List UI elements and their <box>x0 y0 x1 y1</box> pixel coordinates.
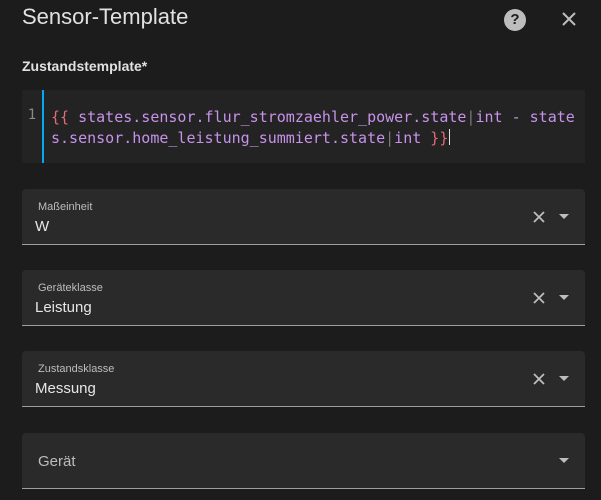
device-caret-down-icon[interactable] <box>559 458 569 463</box>
template-label: Zustandstemplate* <box>22 58 148 74</box>
help-icon[interactable]: ? <box>504 9 526 31</box>
device-class-field-value[interactable]: Leistung <box>35 299 92 316</box>
unit-clear-icon[interactable] <box>531 209 547 225</box>
template-code[interactable]: {{ states.sensor.flur_stromzaehler_power… <box>51 107 579 149</box>
code-open-brace: {{ <box>51 108 70 126</box>
code-part-3: int <box>394 129 431 147</box>
code-part-1: states.sensor.flur_stromzaehler_power.st… <box>69 108 467 126</box>
state-class-field-value[interactable]: Messung <box>35 380 96 397</box>
unit-field[interactable]: Maßeinheit W <box>22 189 585 245</box>
device-class-caret-down-icon[interactable] <box>559 295 569 300</box>
state-class-field-label: Zustandsklasse <box>38 363 115 375</box>
state-class-caret-down-icon[interactable] <box>559 376 569 381</box>
text-caret <box>449 129 451 145</box>
device-class-field-label: Geräteklasse <box>38 282 103 294</box>
unit-field-label: Maßeinheit <box>38 201 93 213</box>
device-field-placeholder: Gerät <box>38 453 76 470</box>
code-pipe-2: | <box>385 129 395 147</box>
template-code-editor[interactable]: 1 {{ states.sensor.flur_stromzaehler_pow… <box>22 90 585 163</box>
state-class-field[interactable]: Zustandsklasse Messung <box>22 351 585 407</box>
close-icon[interactable] <box>556 6 582 32</box>
device-class-field[interactable]: Geräteklasse Leistung <box>22 270 585 326</box>
unit-caret-down-icon[interactable] <box>559 214 569 219</box>
device-class-clear-icon[interactable] <box>531 290 547 306</box>
active-line-indicator <box>42 90 44 163</box>
code-close-brace: }} <box>430 129 449 147</box>
state-class-clear-icon[interactable] <box>531 371 547 387</box>
line-number: 1 <box>27 107 37 123</box>
dialog-title: Sensor-Template <box>22 4 189 29</box>
unit-field-value[interactable]: W <box>35 218 49 235</box>
device-field[interactable]: Gerät <box>22 433 585 489</box>
